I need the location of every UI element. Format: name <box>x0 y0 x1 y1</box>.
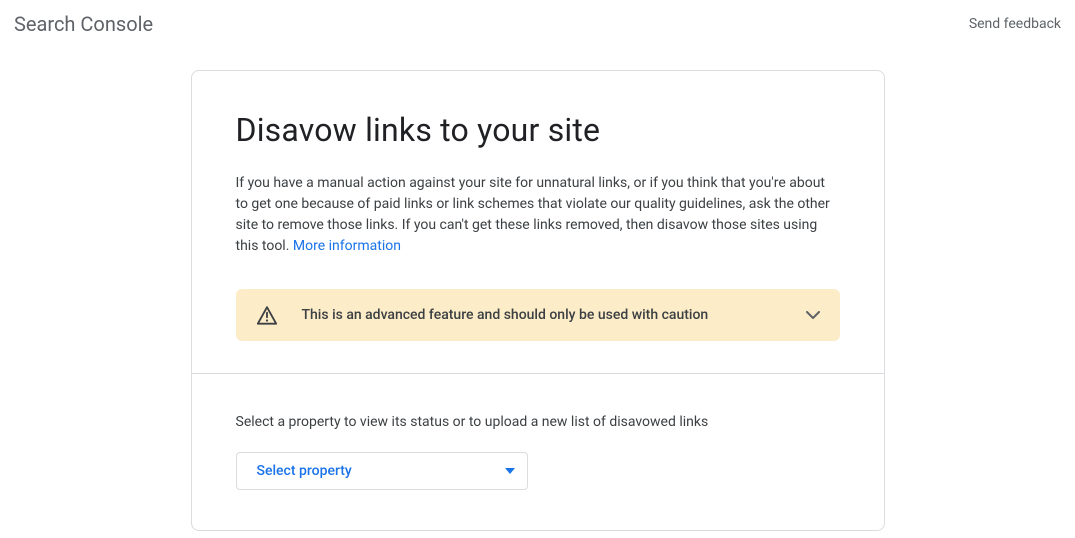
chevron-down-icon <box>806 311 820 319</box>
caret-down-icon <box>505 468 515 474</box>
card-lower: Select a property to view its status or … <box>192 374 884 530</box>
warning-banner[interactable]: This is an advanced feature and should o… <box>236 289 840 341</box>
description: If you have a manual action against your… <box>236 173 840 257</box>
select-property-dropdown[interactable]: Select property <box>236 452 528 490</box>
select-property-text: Select property <box>257 463 352 479</box>
app-title: Search Console <box>14 12 153 36</box>
warning-text: This is an advanced feature and should o… <box>302 307 782 323</box>
select-property-label: Select a property to view its status or … <box>236 414 840 430</box>
main-container: Disavow links to your site If you have a… <box>0 70 1075 531</box>
card: Disavow links to your site If you have a… <box>191 70 885 531</box>
header: Search Console Send feedback <box>0 0 1075 48</box>
more-information-link[interactable]: More information <box>293 238 401 254</box>
page-heading: Disavow links to your site <box>236 111 840 149</box>
warning-icon <box>256 305 278 325</box>
send-feedback-link[interactable]: Send feedback <box>969 16 1061 32</box>
card-upper: Disavow links to your site If you have a… <box>192 71 884 373</box>
